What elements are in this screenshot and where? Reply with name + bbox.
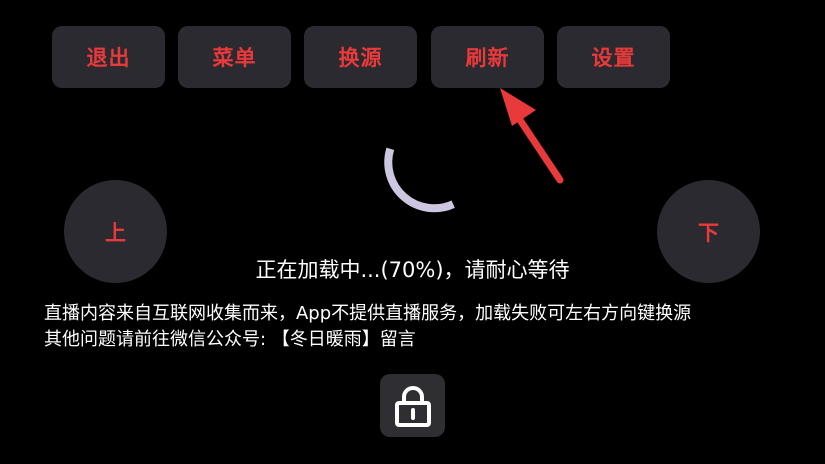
switch-source-button[interactable]: 换源 <box>304 26 417 88</box>
disclaimer-line-2: 其他问题请前往微信公众号: 【冬日暖雨】留言 <box>44 329 416 350</box>
red-arrow-icon <box>500 88 564 184</box>
exit-button[interactable]: 退出 <box>52 26 165 88</box>
settings-button[interactable]: 设置 <box>557 26 670 88</box>
refresh-button[interactable]: 刷新 <box>431 26 544 88</box>
menu-button[interactable]: 菜单 <box>178 26 291 88</box>
lock-button[interactable] <box>380 374 445 437</box>
disclaimer-line-1: 直播内容来自互联网收集而来，App不提供直播服务，加载失败可左右方向键换源 <box>44 303 692 324</box>
loading-status-text: 正在加载中...(70%)，请耐心等待 <box>255 258 570 282</box>
loading-spinner-icon <box>384 147 455 213</box>
player-screen: 退出 菜单 换源 刷新 设置 上 下 正在加载中...(70%)，请耐心等待 直… <box>0 0 825 464</box>
disclaimer-notice: 直播内容来自互联网收集而来，App不提供直播服务，加载失败可左右方向键换源 其他… <box>44 301 814 353</box>
lock-icon <box>394 385 431 427</box>
